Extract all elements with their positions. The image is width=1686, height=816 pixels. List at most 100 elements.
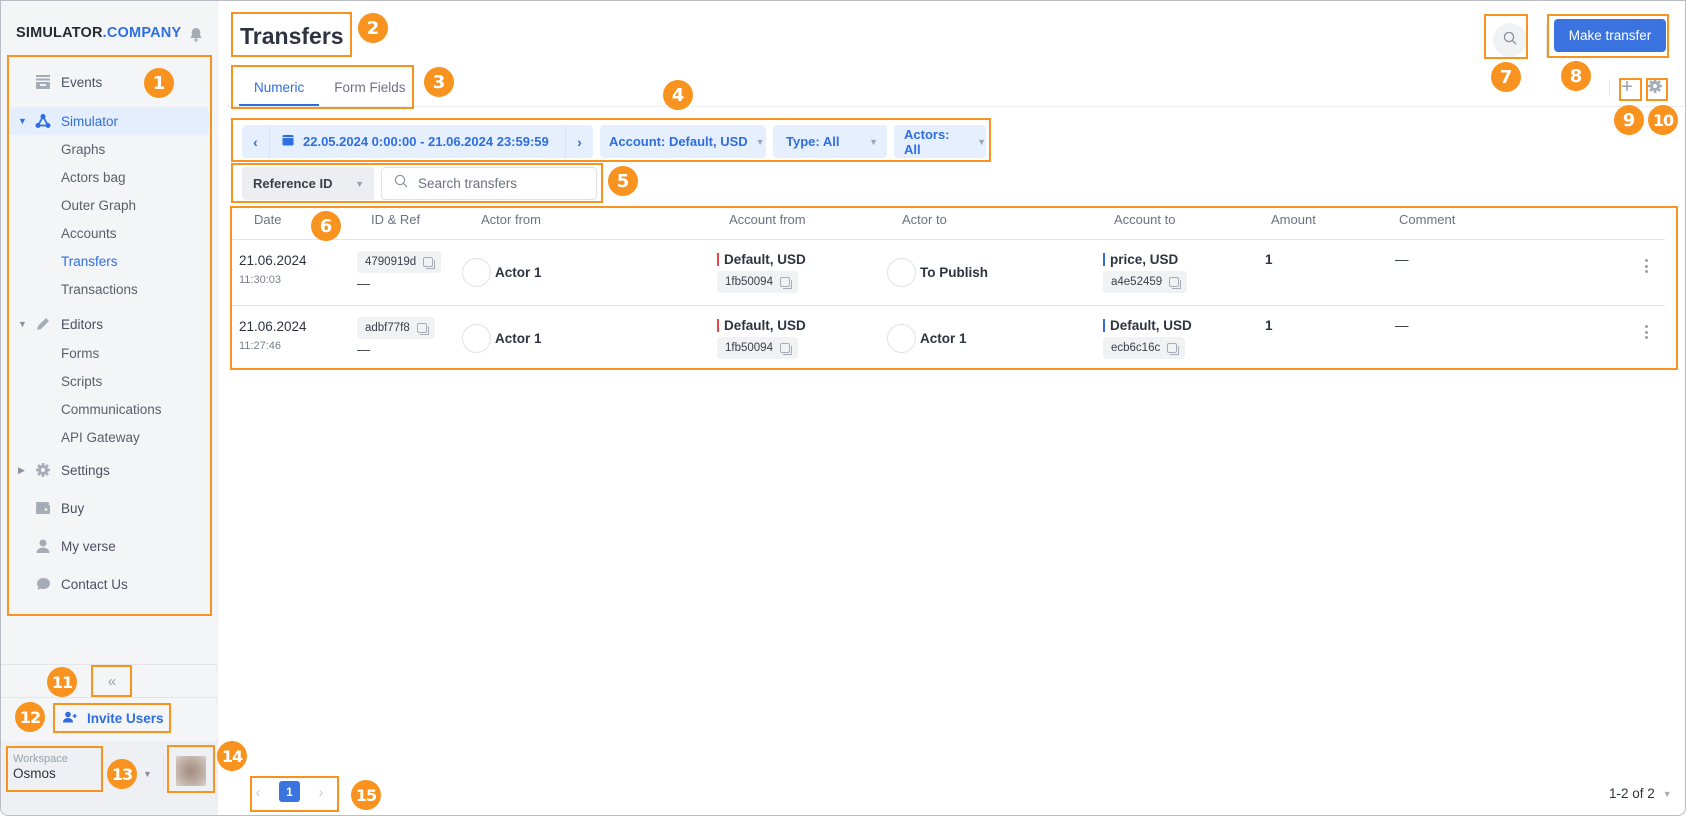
sidebar-item-simulator[interactable]: ▼ Simulator [9,107,209,135]
workspace-selector[interactable]: Workspace Osmos [7,745,102,791]
invite-users-label: Invite Users [87,710,164,726]
sidebar-item-actors-bag[interactable]: Actors bag [9,163,209,191]
account-from-name[interactable]: Default, USD [717,318,806,333]
chevron-down-icon[interactable]: ▼ [18,116,27,126]
brand-logo[interactable]: SIMULATOR.COMPANY [16,25,181,41]
search-field-select[interactable]: Reference ID ▼ [242,167,374,200]
sidebar-item-contact-us[interactable]: Contact Us [9,565,209,603]
actor-from-cell[interactable]: Actor 1 [462,324,542,353]
account-from-name[interactable]: Default, USD [717,252,806,267]
actor-from-cell[interactable]: Actor 1 [462,258,542,287]
sidebar-item-graphs[interactable]: Graphs [9,135,209,163]
search-input[interactable] [418,176,588,191]
date-range-picker[interactable]: 22.05.2024 0:00:00 - 21.06.2024 23:59:59 [270,134,565,149]
annotation-badge: 10 [1648,105,1678,135]
chevron-right-icon[interactable]: › [565,125,593,158]
sidebar-item-api-gateway[interactable]: API Gateway [9,423,209,451]
simulator-icon [34,112,52,130]
global-search-button[interactable] [1493,23,1527,57]
page-number-button[interactable]: 1 [279,781,300,802]
row-menu-button[interactable] [1639,323,1653,341]
column-header-actor-from[interactable]: Actor from [481,212,541,227]
sidebar-item-settings[interactable]: ▶ Settings [9,451,209,489]
bell-icon[interactable] [189,27,203,42]
column-header-comment[interactable]: Comment [1399,212,1455,227]
user-avatar[interactable] [176,756,206,786]
annotation-badge: 13 [107,759,137,789]
column-header-account-to[interactable]: Account to [1114,212,1175,227]
chevron-left-icon[interactable]: ‹ [242,125,270,158]
sidebar-nav: Events ▼ Simulator Graphs Actors bag Out… [9,63,209,603]
table-row[interactable]: 21.06.2024 11:30:03 4790919d — Actor 1 D… [229,240,1665,306]
sidebar-item-my-verse[interactable]: My verse [9,527,209,565]
search-icon [394,174,408,193]
divider [1609,79,1610,97]
chevron-down-icon[interactable]: ▼ [143,769,152,779]
copy-icon[interactable] [1167,343,1180,355]
transfer-id-pill: adbf77f8 [357,317,435,339]
tab-form-fields[interactable]: Form Fields [319,73,420,106]
column-header-id-ref[interactable]: ID & Ref [371,212,420,227]
page-size-selector[interactable]: 1-2 of 2 ▼ [1609,786,1672,801]
copy-icon[interactable] [779,343,792,355]
chevron-down-icon[interactable]: ▼ [18,319,27,329]
account-filter[interactable]: Account: Default, USD ▼ [600,125,766,158]
account-to-name[interactable]: price, USD [1103,252,1187,267]
make-transfer-button[interactable]: Make transfer [1554,19,1666,52]
wallet-icon [34,499,52,517]
copy-icon[interactable] [416,323,429,335]
column-header-amount[interactable]: Amount [1271,212,1316,227]
invite-users-button[interactable]: Invite Users [53,703,171,733]
sidebar-item-events[interactable]: Events [9,63,209,101]
account-to-id-pill: a4e52459 [1103,271,1188,293]
gear-icon [34,461,52,479]
column-header-account-from[interactable]: Account from [729,212,806,227]
chevron-down-icon: ▼ [977,136,986,147]
annotation-badge: 12 [15,702,45,732]
sidebar-item-forms[interactable]: Forms [9,339,209,367]
account-to-label: price, USD [1110,252,1179,267]
sidebar-item-editors[interactable]: ▼ Editors [9,309,209,339]
sidebar-item-scripts[interactable]: Scripts [9,367,209,395]
tab-numeric[interactable]: Numeric [239,73,320,106]
prev-page-button[interactable]: ‹ [251,784,265,800]
next-page-button[interactable]: › [314,784,328,800]
sidebar-item-outer-graph[interactable]: Outer Graph [9,191,209,219]
collapse-sidebar-button[interactable]: « [94,666,130,697]
copy-icon[interactable] [1169,277,1182,289]
table-row[interactable]: 21.06.2024 11:27:46 adbf77f8 — Actor 1 D… [229,306,1665,372]
sidebar-item-buy[interactable]: Buy [9,489,209,527]
chevron-right-icon[interactable]: ▶ [18,465,26,476]
copy-icon[interactable] [423,257,436,269]
column-header-actor-to[interactable]: Actor to [902,212,947,227]
transfer-id: 4790919d [365,256,417,268]
account-from-id: 1fb50094 [725,276,773,288]
actor-to-cell[interactable]: Actor 1 [887,324,967,353]
actors-filter[interactable]: Actors: All ▼ [894,125,986,158]
sidebar-item-transactions[interactable]: Transactions [9,275,209,303]
settings-button[interactable] [1645,78,1665,98]
chevron-down-icon: ▼ [1662,788,1672,799]
account-to-name[interactable]: Default, USD [1103,318,1192,333]
copy-icon[interactable] [779,277,792,289]
row-menu-button[interactable] [1639,257,1653,275]
sidebar-item-accounts[interactable]: Accounts [9,219,209,247]
actor-to-cell[interactable]: To Publish [887,258,988,287]
sidebar-item-label: Editors [61,316,104,332]
account-filter-label: Account: Default, USD [609,134,748,149]
kebab-dot [1644,270,1648,273]
account-marker [717,319,719,332]
account-from-label: Default, USD [724,318,806,333]
add-button[interactable]: + [1617,77,1637,98]
column-header-date[interactable]: Date [254,212,281,227]
type-filter-label: Type: All [786,134,840,149]
account-from-id-pill: 1fb50094 [717,271,798,293]
transfer-time: 11:27:46 [239,340,282,352]
sidebar-item-transfers[interactable]: Transfers [9,247,209,275]
type-filter[interactable]: Type: All ▼ [773,125,887,158]
amount-cell: 1 [1265,318,1273,333]
account-from-id: 1fb50094 [725,342,773,354]
sidebar-item-label: Settings [61,462,110,478]
sidebar-item-communications[interactable]: Communications [9,395,209,423]
annotation-badge: 3 [424,67,454,97]
